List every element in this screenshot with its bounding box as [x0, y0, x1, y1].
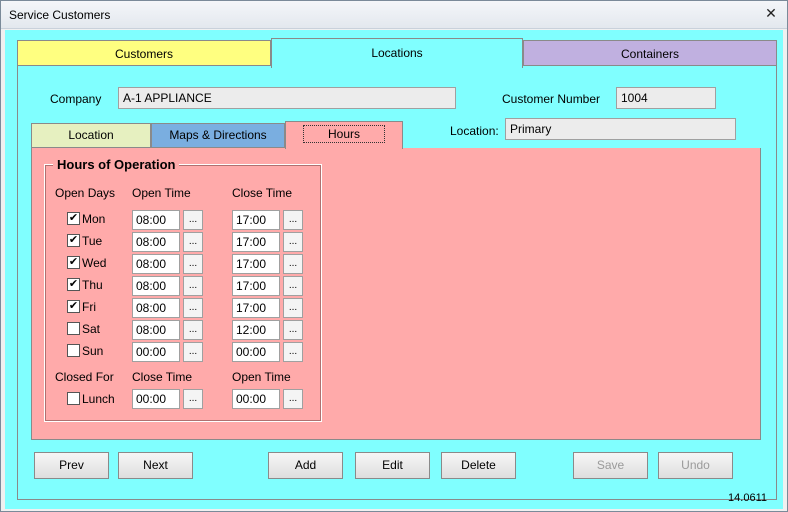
- thu-open-time-picker-button[interactable]: ...: [183, 276, 203, 296]
- title-bar: Service Customers ✕: [1, 1, 787, 29]
- fri-checkbox[interactable]: ✔: [67, 300, 80, 313]
- sun-close-time-picker-button[interactable]: ...: [283, 342, 303, 362]
- fri-open-time-picker-button[interactable]: ...: [183, 298, 203, 318]
- break-close-time-header: Close Time: [132, 370, 193, 384]
- wed-open-time-input[interactable]: 08:00: [132, 254, 180, 274]
- open-days-header: Open Days: [55, 186, 116, 200]
- customer-number-field[interactable]: 1004: [616, 87, 716, 109]
- tab-locations[interactable]: Locations: [271, 38, 523, 68]
- lunch-label: Lunch: [82, 392, 115, 406]
- mon-open-time-input[interactable]: 08:00: [132, 210, 180, 230]
- fri-open-time-input[interactable]: 08:00: [132, 298, 180, 318]
- thu-label: Thu: [82, 278, 103, 292]
- close-icon[interactable]: ✕: [763, 6, 779, 20]
- company-field[interactable]: A-1 APPLIANCE: [118, 87, 456, 109]
- subtab-location[interactable]: Location: [31, 123, 151, 148]
- fri-close-time-input[interactable]: 17:00: [232, 298, 280, 318]
- thu-close-time-picker-button[interactable]: ...: [283, 276, 303, 296]
- tue-close-time-input[interactable]: 17:00: [232, 232, 280, 252]
- subtab-maps-directions[interactable]: Maps & Directions: [151, 123, 285, 148]
- location-label: Location:: [450, 124, 499, 138]
- wed-checkbox[interactable]: ✔: [67, 256, 80, 269]
- sun-label: Sun: [82, 344, 104, 358]
- lunch-close-time-input[interactable]: 00:00: [132, 389, 180, 409]
- sun-open-time-input[interactable]: 00:00: [132, 342, 180, 362]
- sun-close-time-input[interactable]: 00:00: [232, 342, 280, 362]
- lunch-open-time-picker-button[interactable]: ...: [283, 389, 303, 409]
- mon-open-time-picker-button[interactable]: ...: [183, 210, 203, 230]
- group-title: Hours of Operation: [53, 157, 180, 172]
- fri-label: Fri: [82, 300, 96, 314]
- sat-checkbox[interactable]: [67, 322, 80, 335]
- subtab-hours[interactable]: Hours: [285, 121, 403, 149]
- undo-button[interactable]: Undo: [658, 452, 733, 479]
- wed-close-time-input[interactable]: 17:00: [232, 254, 280, 274]
- mon-close-time-picker-button[interactable]: ...: [283, 210, 303, 230]
- add-button[interactable]: Add: [268, 452, 343, 479]
- fri-close-time-picker-button[interactable]: ...: [283, 298, 303, 318]
- lunch-open-time-input[interactable]: 00:00: [232, 389, 280, 409]
- sun-open-time-picker-button[interactable]: ...: [183, 342, 203, 362]
- client-area: Customers Containers Locations Company A…: [5, 30, 783, 509]
- thu-checkbox[interactable]: ✔: [67, 278, 80, 291]
- tab-containers[interactable]: Containers: [523, 40, 777, 66]
- open-time-header: Open Time: [132, 186, 191, 200]
- next-button[interactable]: Next: [118, 452, 193, 479]
- tue-open-time-picker-button[interactable]: ...: [183, 232, 203, 252]
- company-label: Company: [50, 92, 102, 106]
- lunch-close-time-picker-button[interactable]: ...: [183, 389, 203, 409]
- location-field[interactable]: Primary: [505, 118, 736, 140]
- prev-button[interactable]: Prev: [34, 452, 109, 479]
- window-title: Service Customers: [9, 8, 111, 22]
- sat-close-time-picker-button[interactable]: ...: [283, 320, 303, 340]
- edit-button[interactable]: Edit: [355, 452, 430, 479]
- mon-label: Mon: [82, 212, 106, 226]
- close-time-header: Close Time: [232, 186, 293, 200]
- delete-button[interactable]: Delete: [441, 452, 516, 479]
- mon-close-time-input[interactable]: 17:00: [232, 210, 280, 230]
- service-customers-window: Service Customers ✕ Customers Containers…: [0, 0, 788, 512]
- thu-open-time-input[interactable]: 08:00: [132, 276, 180, 296]
- mon-checkbox[interactable]: ✔: [67, 212, 80, 225]
- tue-label: Tue: [82, 234, 103, 248]
- sat-label: Sat: [82, 322, 101, 336]
- hours-of-operation-group: Hours of Operation Open Days Open Time C…: [44, 157, 322, 422]
- hours-panel: Hours of Operation Open Days Open Time C…: [31, 148, 761, 440]
- subtab-hours-label: Hours: [302, 125, 385, 143]
- version-label: 14.0611: [728, 492, 767, 504]
- sat-close-time-input[interactable]: 12:00: [232, 320, 280, 340]
- wed-open-time-picker-button[interactable]: ...: [183, 254, 203, 274]
- wed-label: Wed: [82, 256, 107, 270]
- tue-open-time-input[interactable]: 08:00: [132, 232, 180, 252]
- sun-checkbox[interactable]: [67, 344, 80, 357]
- break-open-time-header: Open Time: [232, 370, 291, 384]
- sat-open-time-picker-button[interactable]: ...: [183, 320, 203, 340]
- customer-number-label: Customer Number: [502, 92, 601, 106]
- tue-checkbox[interactable]: ✔: [67, 234, 80, 247]
- wed-close-time-picker-button[interactable]: ...: [283, 254, 303, 274]
- thu-close-time-input[interactable]: 17:00: [232, 276, 280, 296]
- save-button[interactable]: Save: [573, 452, 648, 479]
- sat-open-time-input[interactable]: 08:00: [132, 320, 180, 340]
- tab-customers[interactable]: Customers: [17, 40, 271, 66]
- closed-for-header: Closed For: [55, 370, 114, 384]
- lunch-checkbox[interactable]: [67, 392, 80, 405]
- tue-close-time-picker-button[interactable]: ...: [283, 232, 303, 252]
